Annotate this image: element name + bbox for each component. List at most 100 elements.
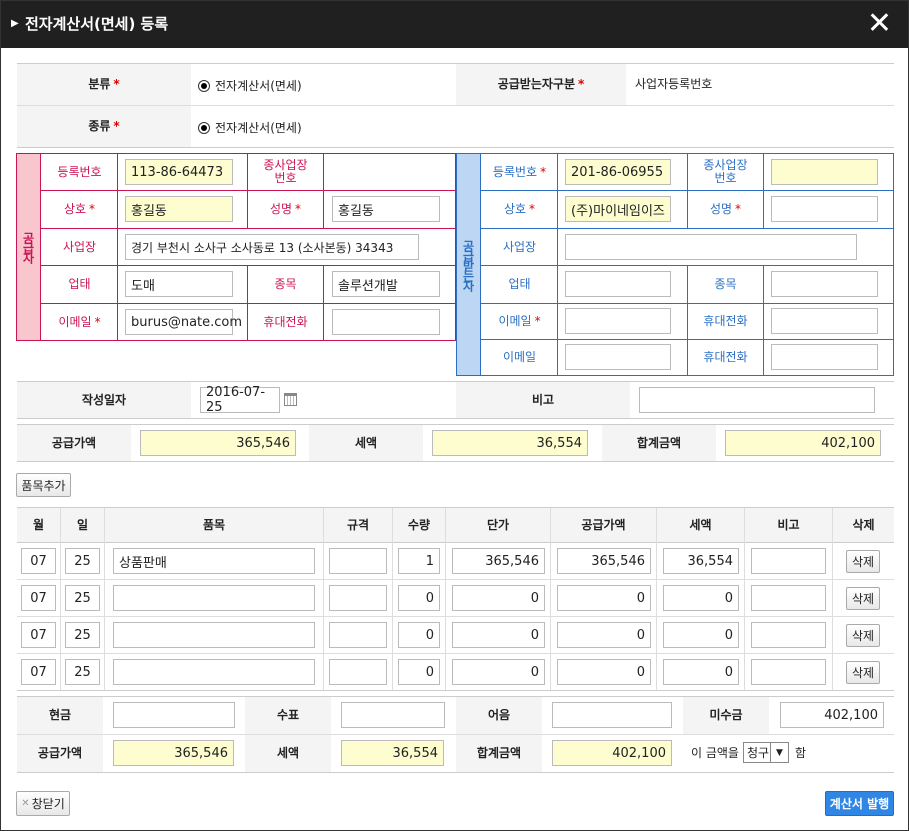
divider — [763, 154, 764, 228]
receiver-mobile-input[interactable] — [771, 308, 878, 334]
row-month-input[interactable]: 07 — [21, 548, 56, 574]
row-note-input[interactable] — [751, 585, 826, 611]
row-spec-input[interactable] — [329, 659, 387, 685]
expand-icon: ▶ — [11, 18, 19, 29]
receiver-name-input[interactable] — [771, 196, 878, 222]
pay-supply-input[interactable]: 365,546 — [113, 740, 234, 766]
row-delete-button[interactable]: 삭제 — [846, 587, 880, 610]
date-input[interactable]: 2016-07-25 — [200, 385, 280, 415]
supplier-address-label: 사업장 — [62, 239, 97, 254]
date-label: 작성일자 — [17, 382, 191, 418]
issue-invoice-button[interactable]: 계산서 발행 — [825, 791, 894, 816]
row-day-input[interactable]: 25 — [65, 659, 100, 685]
row-supply-input[interactable]: 0 — [557, 585, 651, 611]
row-price-input[interactable]: 0 — [452, 659, 545, 685]
receiver-company-input[interactable]: (주)마이네임이즈 — [565, 196, 671, 222]
receiver-branch-label: 종사업장 번호 — [703, 158, 748, 185]
supplier-email-input[interactable]: burus@nate.com — [125, 309, 242, 335]
row-note-input[interactable] — [751, 548, 826, 574]
note-bill-input[interactable] — [552, 702, 672, 728]
row-spec-input[interactable] — [329, 622, 387, 648]
note-label: 비고 — [456, 382, 630, 418]
receiver-mobile2-input[interactable] — [771, 344, 878, 370]
row-tax-input[interactable]: 0 — [663, 585, 739, 611]
receiver-email2-input[interactable] — [565, 344, 671, 370]
row-item-input[interactable]: 상품판매 — [113, 548, 315, 574]
pay-tax-input[interactable]: 36,554 — [341, 740, 444, 766]
total-tax-input[interactable]: 36,554 — [432, 430, 588, 456]
receiver-reg-no-input[interactable]: 201-86-06955 — [565, 159, 671, 185]
row-tax-input[interactable]: 0 — [663, 659, 739, 685]
receiver-email-input[interactable] — [565, 308, 671, 334]
row-supply-input[interactable]: 0 — [557, 659, 651, 685]
claim-select[interactable]: 청구 ▼ — [743, 742, 789, 763]
supplier-biz-type-input[interactable]: 도매 — [125, 271, 233, 297]
supplier-mobile-label: 휴대전화 — [263, 314, 308, 329]
cash-input[interactable] — [113, 702, 235, 728]
col-supply: 공급가액 — [581, 517, 626, 532]
title-bar: ▶ 전자계산서(면세) 등록 ✕ — [1, 1, 908, 48]
row-qty-input[interactable]: 0 — [398, 622, 440, 648]
row-spec-input[interactable] — [329, 585, 387, 611]
row-delete-button[interactable]: 삭제 — [846, 624, 880, 647]
supplier-company-label: 상호 * — [63, 202, 96, 216]
row-delete-button[interactable]: 삭제 — [846, 661, 880, 684]
row-price-input[interactable]: 365,546 — [452, 548, 545, 574]
note-input[interactable] — [639, 387, 875, 413]
supplier-company-input[interactable]: 홍길동 — [125, 196, 233, 222]
row-month-input[interactable]: 07 — [21, 622, 56, 648]
receiver-mobile-label: 휴대전화 — [703, 314, 748, 328]
row-month-input[interactable]: 07 — [21, 585, 56, 611]
dialog-title: 전자계산서(면세) 등록 — [25, 15, 169, 33]
row-item-input[interactable] — [113, 585, 315, 611]
row-supply-input[interactable]: 365,546 — [557, 548, 651, 574]
row-qty-input[interactable]: 1 — [398, 548, 440, 574]
total-sum-input[interactable]: 402,100 — [725, 430, 881, 456]
calendar-icon[interactable] — [284, 393, 297, 406]
row-note-input[interactable] — [751, 622, 826, 648]
receiver-address-input[interactable] — [565, 234, 857, 260]
row-item-input[interactable] — [113, 659, 315, 685]
category-radio[interactable]: 전자계산서(면세) — [198, 77, 302, 94]
row-qty-input[interactable]: 0 — [398, 585, 440, 611]
kind-radio[interactable]: 전자계산서(면세) — [198, 119, 302, 136]
pay-supply-label: 공급가액 — [17, 735, 103, 772]
row-item-input[interactable] — [113, 622, 315, 648]
close-window-button[interactable]: ✕ 창닫기 — [16, 791, 70, 816]
divider — [17, 424, 894, 425]
check-input[interactable] — [341, 702, 445, 728]
pay-sum-input[interactable]: 402,100 — [552, 740, 672, 766]
supplier-reg-no-input[interactable]: 113-86-64473 — [125, 159, 233, 185]
pay-tax-label: 세액 — [245, 735, 331, 772]
receiver-branch-input[interactable] — [771, 159, 878, 185]
row-day-input[interactable]: 25 — [65, 548, 100, 574]
credit-input[interactable]: 402,100 — [780, 702, 884, 728]
receiver-address-label: 사업장 — [502, 239, 537, 254]
check-label: 수표 — [245, 697, 331, 734]
close-icon[interactable]: ✕ — [867, 6, 892, 42]
divider — [323, 265, 324, 340]
row-spec-input[interactable] — [329, 548, 387, 574]
row-day-input[interactable]: 25 — [65, 585, 100, 611]
row-tax-input[interactable]: 36,554 — [663, 548, 739, 574]
row-note-input[interactable] — [751, 659, 826, 685]
supplier-name-input[interactable]: 홍길동 — [332, 196, 440, 222]
total-tax-label: 세액 — [309, 425, 423, 461]
receiver-item-input[interactable] — [771, 271, 878, 297]
row-tax-input[interactable]: 0 — [663, 622, 739, 648]
row-month-input[interactable]: 07 — [21, 659, 56, 685]
row-price-input[interactable]: 0 — [452, 585, 545, 611]
row-delete-button[interactable]: 삭제 — [846, 550, 880, 573]
row-price-input[interactable]: 0 — [452, 622, 545, 648]
row-day-input[interactable]: 25 — [65, 622, 100, 648]
supplier-address-input[interactable]: 경기 부천시 소사구 소사동로 13 (소사본동) 34343 — [125, 234, 419, 260]
claim-suffix: 함 — [795, 746, 807, 760]
receiver-biz-type-input[interactable] — [565, 271, 671, 297]
add-item-button[interactable]: 품목추가 — [16, 473, 71, 497]
total-supply-input[interactable]: 365,546 — [140, 430, 296, 456]
supplier-item-input[interactable]: 솔루션개발 — [332, 271, 440, 297]
row-qty-input[interactable]: 0 — [398, 659, 440, 685]
receiver-type-value: 사업자등록번호 — [635, 77, 713, 91]
row-supply-input[interactable]: 0 — [557, 622, 651, 648]
supplier-mobile-input[interactable] — [332, 309, 440, 335]
